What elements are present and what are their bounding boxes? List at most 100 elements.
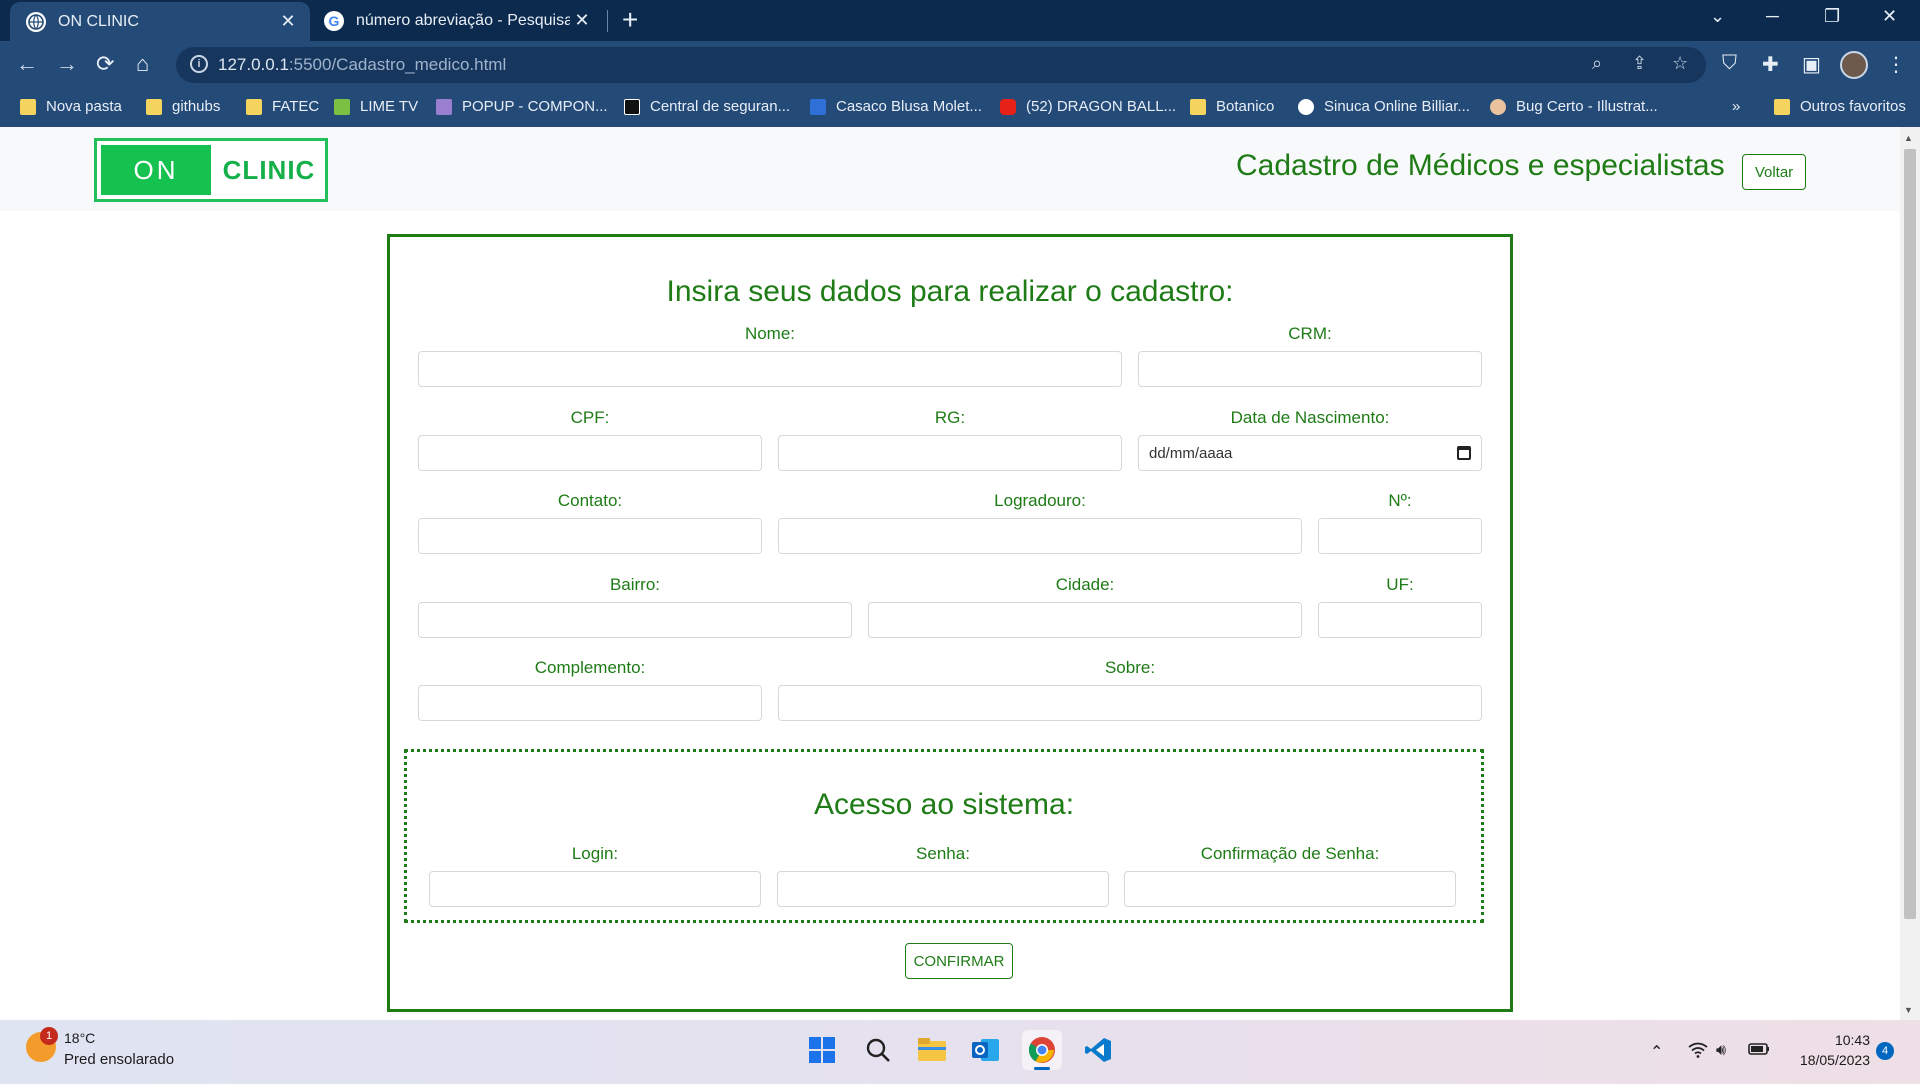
side-panel-icon[interactable]: ▣: [1802, 52, 1821, 77]
bookmark-item[interactable]: Casaco Blusa Molet...: [810, 98, 982, 115]
weather-description[interactable]: Pred ensolarado: [64, 1051, 174, 1068]
bairro-input[interactable]: [418, 602, 852, 638]
outlook-icon[interactable]: [966, 1030, 1006, 1070]
bookmark-item[interactable]: githubs: [146, 98, 220, 115]
label-crm: CRM:: [1288, 324, 1332, 343]
scrollbar-thumb[interactable]: [1904, 149, 1916, 919]
on-clinic-logo[interactable]: ON CLINIC: [94, 138, 328, 202]
share-icon[interactable]: ⇪: [1632, 53, 1647, 74]
senha-input[interactable]: [777, 871, 1109, 907]
extension-shield-icon[interactable]: ⛉: [1722, 52, 1737, 75]
nascimento-date-input[interactable]: dd/mm/aaaa: [1138, 435, 1482, 471]
battery-icon[interactable]: [1748, 1042, 1770, 1061]
forward-arrow-icon[interactable]: →: [56, 51, 78, 77]
profile-avatar[interactable]: [1840, 51, 1868, 79]
security-icon: [624, 98, 640, 115]
confirm-button[interactable]: CONFIRMAR: [905, 943, 1013, 979]
close-tab-icon[interactable]: ✕: [570, 10, 594, 31]
other-bookmarks[interactable]: Outros favoritos: [1774, 98, 1906, 115]
url-path: :5500/Cadastro_medico.html: [288, 55, 507, 74]
label-contato: Contato:: [557, 491, 623, 510]
sobre-input[interactable]: [778, 685, 1482, 721]
weather-badge: 1: [40, 1027, 58, 1045]
address-bar[interactable]: i 127.0.0.1:5500/Cadastro_medico.html ⌕ …: [176, 47, 1706, 83]
site-info-icon[interactable]: i: [190, 55, 208, 73]
weather-temperature[interactable]: 18°C: [64, 1030, 95, 1046]
bookmark-item[interactable]: LIME TV: [334, 98, 418, 115]
minimize-icon[interactable]: ─: [1766, 6, 1779, 27]
globe-icon: [1298, 98, 1314, 115]
bookmark-item[interactable]: Botanico: [1190, 98, 1274, 115]
back-button[interactable]: Voltar: [1742, 154, 1806, 190]
show-hidden-icons-chevron[interactable]: ⌃: [1650, 1042, 1663, 1062]
cpf-input[interactable]: [418, 435, 762, 471]
logo-on: ON: [101, 145, 211, 195]
bookmark-label: LIME TV: [360, 98, 419, 115]
bookmark-label: Outros favoritos: [1800, 98, 1906, 115]
crm-input[interactable]: [1138, 351, 1482, 387]
reload-icon[interactable]: ⟳: [96, 51, 114, 77]
bookmarks-bar: Nova pasta githubs FATEC LIME TV POPUP -…: [0, 89, 1920, 127]
label-bairro: Bairro:: [609, 575, 661, 594]
bookmark-item[interactable]: Bug Certo - Illustrat...: [1490, 98, 1658, 115]
home-icon[interactable]: ⌂: [136, 51, 149, 77]
calendar-icon[interactable]: [1457, 446, 1471, 460]
google-icon: G: [324, 10, 344, 31]
label-logradouro: Logradouro:: [994, 491, 1086, 510]
new-tab-icon[interactable]: +: [622, 4, 638, 36]
login-input[interactable]: [429, 871, 761, 907]
clock-time: 10:43: [1834, 1032, 1870, 1048]
volume-icon[interactable]: 🔊︎: [1716, 1042, 1726, 1060]
bookmark-item[interactable]: FATEC: [246, 98, 319, 115]
bookmark-item[interactable]: Sinuca Online Billiar...: [1298, 98, 1470, 115]
bookmark-label: Botanico: [1216, 98, 1275, 115]
bookmark-item[interactable]: (52) DRAGON BALL...: [1000, 98, 1176, 115]
bookmark-star-icon[interactable]: ☆: [1672, 53, 1688, 74]
zoom-icon[interactable]: ⌕: [1592, 53, 1602, 74]
page-viewport: ON CLINIC Cadastro de Médicos e especial…: [0, 127, 1900, 1020]
tab-google-search[interactable]: G número abreviação - Pesquisa Go ✕: [314, 0, 604, 41]
page-title: Cadastro de Médicos e especialistas: [1236, 149, 1725, 182]
scroll-up-icon[interactable]: ▲: [1904, 133, 1913, 143]
search-icon[interactable]: [858, 1030, 898, 1070]
extensions-puzzle-icon[interactable]: ✚: [1762, 52, 1779, 77]
uf-input[interactable]: [1318, 602, 1482, 638]
notification-badge[interactable]: 4: [1876, 1042, 1894, 1060]
label-cpf: CPF:: [570, 408, 610, 427]
confirmacao-senha-input[interactable]: [1124, 871, 1456, 907]
tab-separator: [607, 10, 608, 32]
bookmark-item[interactable]: Central de seguran...: [624, 98, 790, 115]
access-section: Acesso ao sistema: Login: Senha: Confirm…: [404, 749, 1484, 923]
numero-input[interactable]: [1318, 518, 1482, 554]
windows-start-icon[interactable]: [802, 1030, 842, 1070]
file-explorer-icon[interactable]: [912, 1030, 952, 1070]
nome-input[interactable]: [418, 351, 1122, 387]
back-arrow-icon[interactable]: ←: [16, 51, 38, 77]
wifi-icon[interactable]: [1688, 1042, 1708, 1063]
bookmark-item[interactable]: Nova pasta: [20, 98, 122, 115]
label-uf: UF:: [1386, 575, 1414, 594]
label-confirmacao: Confirmação de Senha:: [1200, 844, 1380, 863]
bookmark-label: Nova pasta: [46, 98, 122, 115]
more-bookmarks-icon[interactable]: »: [1732, 98, 1740, 115]
restore-icon[interactable]: ❐: [1824, 6, 1840, 27]
close-tab-icon[interactable]: ✕: [276, 11, 300, 32]
menu-kebab-icon[interactable]: ⋮: [1886, 52, 1906, 77]
contato-input[interactable]: [418, 518, 762, 554]
system-clock[interactable]: 10:43 18/05/2023: [1780, 1030, 1870, 1070]
tab-on-clinic[interactable]: ON CLINIC ✕: [10, 2, 310, 41]
complemento-input[interactable]: [418, 685, 762, 721]
cidade-input[interactable]: [868, 602, 1302, 638]
tab-search-chevron-icon[interactable]: ⌄: [1710, 6, 1725, 27]
chrome-icon[interactable]: [1022, 1030, 1062, 1070]
url-host: 127.0.0.1: [218, 55, 289, 74]
globe-icon: [26, 11, 46, 32]
vscode-icon[interactable]: [1078, 1030, 1118, 1070]
page-scrollbar[interactable]: ▲ ▼: [1900, 127, 1920, 1020]
clock-date: 18/05/2023: [1799, 1052, 1870, 1068]
close-window-icon[interactable]: ✕: [1882, 6, 1897, 27]
logradouro-input[interactable]: [778, 518, 1302, 554]
bookmark-item[interactable]: POPUP - COMPON...: [436, 98, 608, 115]
scroll-down-icon[interactable]: ▼: [1904, 1005, 1913, 1015]
rg-input[interactable]: [778, 435, 1122, 471]
